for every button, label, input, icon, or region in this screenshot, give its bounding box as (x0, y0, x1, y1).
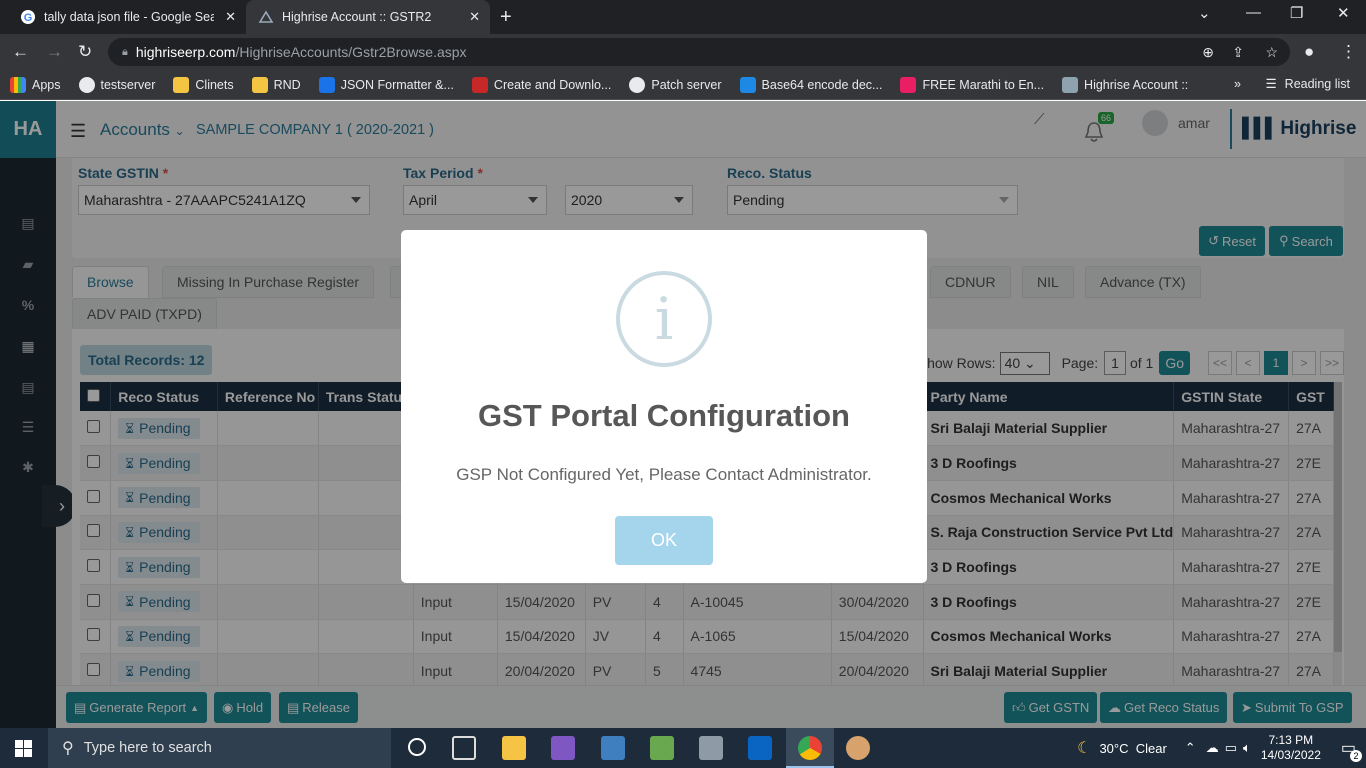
bookmark-create-download[interactable]: Create and Downlo... (471, 76, 611, 93)
globe-icon (78, 76, 95, 93)
browser-toolbar: ← → ↻ 🔒︎ highriseerp.com/HighriseAccount… (0, 34, 1366, 70)
network-icon[interactable]: ▭ (1225, 740, 1237, 756)
star-icon[interactable]: ☆ (1265, 44, 1278, 61)
browser-tab-google[interactable]: G tally data json file - Google Search ✕ (8, 0, 246, 34)
zoom-icon[interactable]: ⊕ (1202, 44, 1214, 61)
checkbox-icon (318, 76, 335, 93)
marathi-icon (900, 76, 917, 93)
menu-icon[interactable]: ⋮ (1340, 42, 1357, 62)
bookmark-highrise[interactable]: Highrise Account :: (1062, 76, 1188, 93)
modal-title: GST Portal Configuration (478, 398, 850, 433)
restore-icon[interactable]: ❐ (1290, 4, 1303, 22)
ok-button[interactable]: OK (615, 516, 713, 565)
notification-center-icon[interactable]: ▭ 2 (1341, 738, 1362, 762)
weather-text[interactable]: 30°C Clear (1099, 741, 1166, 756)
volume-icon[interactable]: 🔈︎ (1243, 740, 1251, 756)
browser-tab-strip: G tally data json file - Google Search ✕… (0, 0, 1366, 34)
tab-title: tally data json file - Google Search (44, 10, 214, 24)
freejson-icon (471, 76, 488, 93)
bookmark-clinets[interactable]: Clinets (173, 76, 234, 93)
folder-icon (173, 76, 190, 93)
google-icon: G (20, 9, 36, 25)
bookmark-base64[interactable]: Base64 encode dec... (739, 76, 882, 93)
bookmark-json-formatter[interactable]: JSON Formatter &... (318, 76, 454, 93)
remote-desktop-icon[interactable] (601, 736, 625, 760)
moon-icon: ☾ (1077, 740, 1092, 757)
info-icon: i (616, 271, 712, 367)
clock[interactable]: 7:13 PM 14/03/2022 (1261, 733, 1321, 763)
forward-icon[interactable]: → (46, 42, 63, 62)
bookmarks-bar: Apps testserver Clinets RND JSON Formatt… (0, 70, 1366, 100)
close-tab-icon[interactable]: ✕ (225, 9, 236, 25)
widgets-icon[interactable] (452, 736, 476, 760)
profile-icon[interactable]: ● (1304, 42, 1314, 62)
address-bar[interactable]: 🔒︎ highriseerp.com/HighriseAccounts/Gstr… (108, 38, 1290, 66)
visual-studio-icon[interactable] (551, 736, 575, 760)
system-tray: ☾ 30°C Clear ⌃ ☁ ▭ 🔈︎ 7:13 PM 14/03/2022 … (1077, 728, 1362, 768)
bookmark-rnd[interactable]: RND (251, 76, 301, 93)
bookmark-apps[interactable]: Apps (10, 76, 61, 93)
outlook-icon[interactable] (748, 736, 772, 760)
chrome-icon[interactable] (786, 728, 834, 768)
bookmark-marathi[interactable]: FREE Marathi to En... (900, 76, 1044, 93)
apps-icon (10, 76, 26, 93)
task-view-icon[interactable] (408, 738, 426, 756)
svg-text:G: G (24, 12, 33, 24)
share-icon[interactable]: ⇪ (1232, 44, 1244, 61)
highrise-favicon-icon (258, 9, 274, 25)
tally-icon[interactable] (650, 736, 674, 760)
url-path: /HighriseAccounts/Gstr2Browse.aspx (235, 44, 467, 60)
more-bookmarks-icon[interactable]: » (1234, 77, 1241, 91)
base64-icon (739, 76, 756, 93)
reading-list-icon: ☰ (1265, 77, 1277, 91)
taskbar: ⚲ Type here to search ☾ 30°C Clear ⌃ ☁ ▭ … (0, 728, 1366, 768)
gst-config-modal: i GST Portal Configuration GSP Not Confi… (401, 230, 927, 583)
minimize-icon[interactable]: — (1246, 4, 1261, 21)
new-tab-icon[interactable]: + (500, 6, 512, 29)
cloud-icon: ☁ (1205, 740, 1219, 755)
folder-icon (251, 76, 268, 93)
file-explorer-icon[interactable] (502, 736, 526, 760)
modal-message: GSP Not Configured Yet, Please Contact A… (456, 465, 872, 484)
reload-icon[interactable]: ↻ (78, 42, 92, 62)
browser-tab-highrise[interactable]: Highrise Account :: GSTR2 ✕ (246, 0, 490, 34)
bookmark-testserver[interactable]: testserver (78, 76, 155, 93)
highrise-favicon-icon (1062, 76, 1079, 93)
close-tab-icon[interactable]: ✕ (469, 9, 480, 25)
lock-icon: 🔒︎ (122, 45, 128, 58)
back-icon[interactable]: ← (12, 42, 29, 62)
globe-icon (629, 76, 646, 93)
url-host: highriseerp.com (135, 44, 236, 60)
windows-start-icon[interactable] (15, 740, 32, 757)
tab-title: Highrise Account :: GSTR2 (282, 10, 432, 24)
close-window-icon[interactable]: ✕ (1337, 4, 1350, 22)
reading-list[interactable]: ☰ Reading list (1265, 76, 1350, 92)
chevron-up-icon[interactable]: ⌃ (1185, 740, 1196, 756)
bookmark-patch-server[interactable]: Patch server (629, 76, 722, 93)
paint-icon[interactable] (846, 736, 870, 760)
tools-icon[interactable] (699, 736, 723, 760)
tab-search-icon[interactable]: ⌄ (1198, 4, 1211, 22)
search-icon: ⚲ (62, 740, 74, 757)
taskbar-search[interactable]: ⚲ Type here to search (48, 728, 391, 768)
